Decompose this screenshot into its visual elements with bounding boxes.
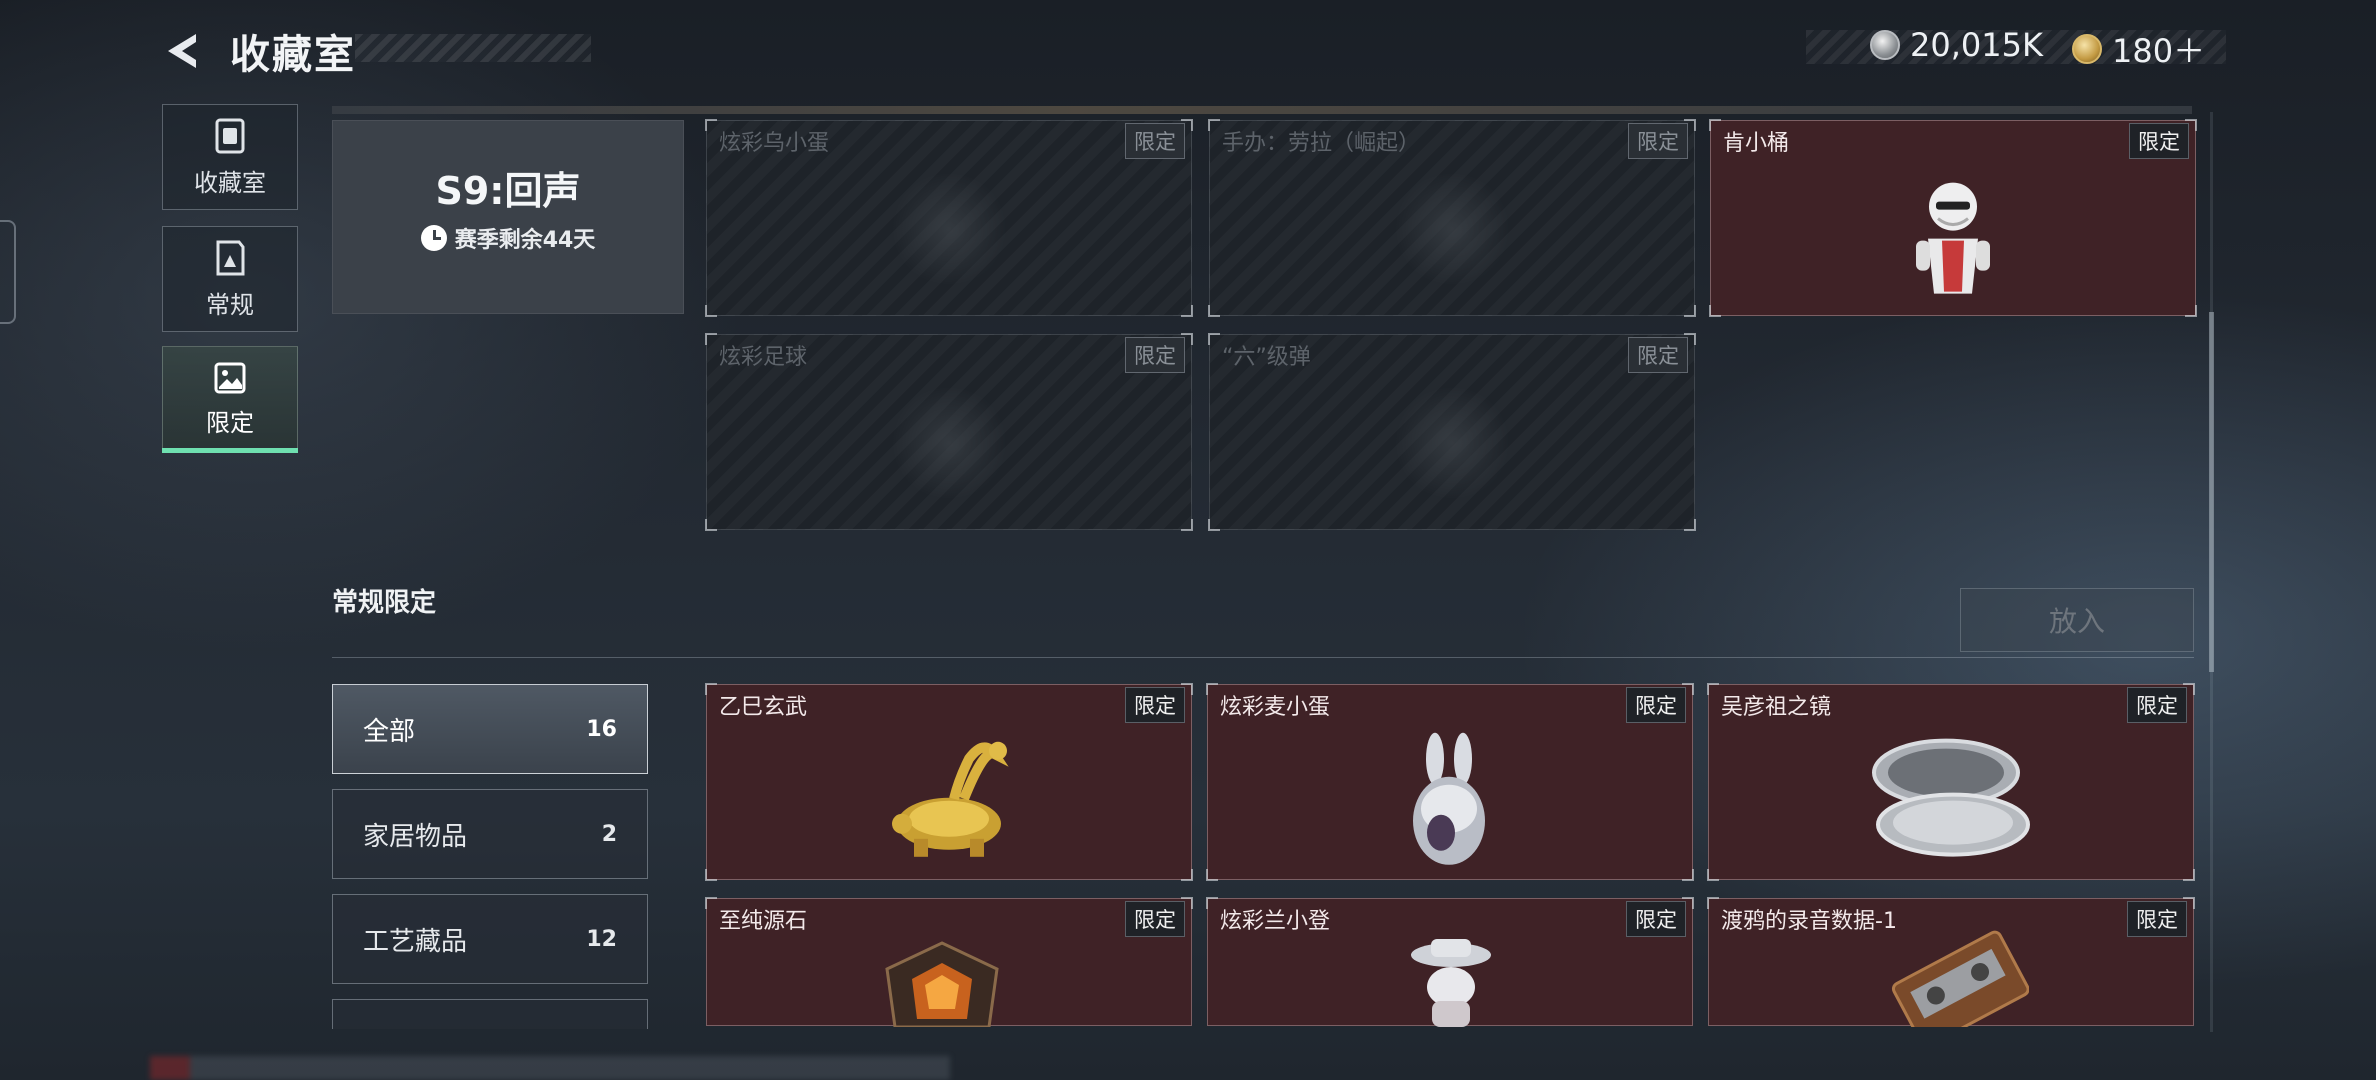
item-card[interactable]: 至纯源石 限定	[705, 897, 1193, 1027]
season-remaining: 赛季剩余44天	[332, 222, 684, 254]
page-title: 收藏室	[230, 32, 356, 78]
item-name: 炫彩乌小蛋	[719, 131, 830, 156]
limited-badge: 限定	[1125, 687, 1185, 723]
limited-badge: 限定	[1125, 901, 1185, 937]
rainbow-figure-icon	[1411, 939, 1491, 1027]
item-card[interactable]: 肯小桶 限定	[1709, 119, 2197, 317]
sidebar-item-label: 限定	[206, 408, 254, 437]
limited-badge: 限定	[2127, 687, 2187, 723]
item-name: 手办：劳拉（崛起）	[1222, 131, 1421, 156]
section-title: 常规限定	[332, 588, 437, 618]
filter-craft-items[interactable]: 工艺藏品 12	[332, 894, 648, 984]
filter-home-items[interactable]: 家居物品 2	[332, 789, 648, 879]
item-name: 炫彩足球	[719, 345, 808, 370]
compact-mirror-icon	[1872, 738, 2030, 857]
golden-turtle-icon	[892, 741, 1009, 857]
filter-label: 家居物品	[363, 821, 468, 852]
item-card[interactable]: 吴彦祖之镜 限定	[1707, 683, 2195, 881]
item-name: 渡鸦的录音数据-1	[1721, 909, 1897, 934]
season-card[interactable]	[332, 120, 684, 314]
rainbow-egg-icon	[1413, 732, 1485, 865]
item-card[interactable]: 渡鸦的录音数据-1 限定	[1707, 897, 2195, 1027]
bottom-blurred-bar	[150, 1056, 950, 1080]
season-title: S9:回声	[435, 169, 581, 213]
currency-silver[interactable]: 20,015K	[1870, 26, 2043, 64]
item-name: 至纯源石	[719, 909, 808, 934]
silver-coin-icon	[1870, 30, 1900, 60]
filter-label: 工艺藏品	[363, 926, 468, 957]
item-card[interactable]: 手办：劳拉（崛起） 限定	[1208, 119, 1696, 317]
item-card[interactable]: 炫彩足球 限定	[705, 333, 1193, 531]
sidebar-item-regular[interactable]: 常规	[162, 226, 298, 332]
gold-amount: 180＋	[2112, 32, 2206, 70]
clock-icon	[420, 225, 447, 251]
title-decoration	[355, 34, 591, 62]
cassette-tape-icon	[1891, 930, 2029, 1027]
item-name: 炫彩兰小登	[1220, 909, 1331, 934]
limited-badge: 限定	[2127, 901, 2187, 937]
filter-count: 16	[586, 716, 617, 742]
item-silhouette	[889, 388, 1009, 498]
left-edge-tab[interactable]	[0, 220, 16, 324]
item-silhouette	[889, 174, 1009, 284]
top-banner-strip	[332, 106, 2192, 114]
limited-badge: 限定	[2129, 123, 2189, 159]
limited-badge: 限定	[1628, 123, 1688, 159]
bucket-figure-icon	[1916, 182, 1990, 294]
limited-image-icon	[214, 362, 246, 393]
scrollbar-thumb[interactable]	[2209, 312, 2214, 672]
currency-gold[interactable]: 180＋	[2072, 26, 2205, 72]
item-name: 肯小桶	[1723, 131, 1790, 156]
put-in-button[interactable]: 放入	[1960, 588, 2194, 652]
limited-badge: 限定	[1626, 901, 1686, 937]
active-tab-indicator	[162, 448, 298, 453]
filter-all[interactable]: 全部 16	[332, 684, 648, 774]
filter-count: 2	[601, 821, 617, 847]
item-name: “六”级弹	[1222, 345, 1311, 370]
item-silhouette	[1392, 174, 1512, 284]
item-name: 吴彦祖之镜	[1721, 695, 1832, 720]
item-card[interactable]: 炫彩麦小蛋 限定	[1206, 683, 1694, 881]
season-remaining-text: 赛季剩余44天	[454, 228, 596, 253]
back-button[interactable]	[160, 28, 206, 74]
sidebar-item-label: 常规	[206, 290, 254, 319]
item-silhouette	[1392, 388, 1512, 498]
limited-badge: 限定	[1628, 337, 1688, 373]
item-card[interactable]: 炫彩兰小登 限定	[1206, 897, 1694, 1027]
item-card[interactable]: 炫彩乌小蛋 限定	[705, 119, 1193, 317]
section-divider	[332, 657, 2194, 658]
collection-room-icon	[215, 118, 245, 153]
gold-coin-icon	[2072, 34, 2102, 64]
sidebar-item-limited[interactable]: 限定	[162, 346, 298, 452]
sidebar-item-collection[interactable]: 收藏室	[162, 104, 298, 210]
regular-book-icon	[216, 240, 245, 275]
filter-label: 全部	[363, 716, 416, 747]
sidebar-item-label: 收藏室	[194, 168, 266, 197]
limited-badge: 限定	[1125, 337, 1185, 373]
filter-partial[interactable]	[332, 999, 648, 1029]
item-name: 炫彩麦小蛋	[1220, 695, 1331, 720]
silver-amount: 20,015K	[1910, 26, 2043, 64]
pure-source-stone-icon	[885, 941, 999, 1027]
item-card[interactable]: 乙巳玄武 限定	[705, 683, 1193, 881]
limited-badge: 限定	[1125, 123, 1185, 159]
filter-count: 12	[586, 926, 617, 952]
item-card[interactable]: “六”级弹 限定	[1208, 333, 1696, 531]
item-name: 乙巳玄武	[719, 695, 808, 720]
back-arrow-icon	[168, 34, 196, 68]
limited-badge: 限定	[1626, 687, 1686, 723]
